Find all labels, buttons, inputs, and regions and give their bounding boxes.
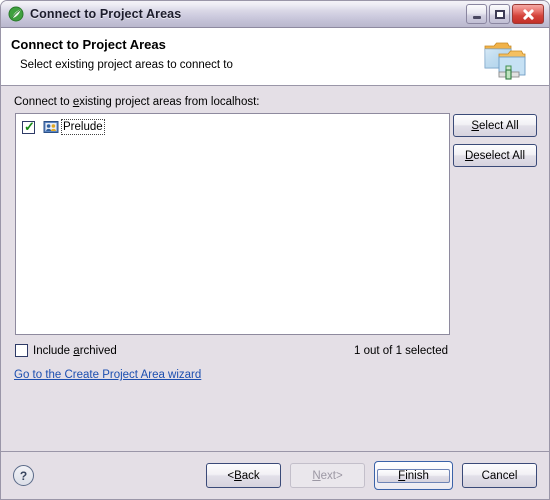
back-label: ack	[241, 469, 260, 482]
include-archived-label: Include archived	[33, 345, 117, 357]
page-title: Connect to Project Areas	[11, 37, 166, 52]
next-label: ext	[320, 469, 336, 482]
select-all-mnemonic: S	[471, 119, 480, 132]
project-areas-list[interactable]: ✓ Prelude	[15, 113, 450, 335]
maximize-button[interactable]	[489, 4, 510, 24]
prompt-text-before: Connect to	[14, 96, 73, 108]
check-icon: ✓	[24, 118, 35, 134]
finish-button-inner: Finish	[377, 468, 450, 483]
include-label-after: rchived	[79, 344, 117, 357]
cancel-label: Cancel	[481, 469, 518, 482]
include-archived-checkbox[interactable]	[15, 344, 28, 357]
next-button: Next >	[290, 463, 365, 488]
dialog-footer: ? < Back Next > Finish Cancel	[1, 451, 549, 499]
select-all-label: elect All	[479, 119, 519, 132]
list-prompt-label: Connect to existing project areas from l…	[14, 96, 259, 108]
include-archived-row[interactable]: Include archived	[15, 344, 117, 357]
create-project-area-wizard-link[interactable]: Go to the Create Project Area wizard	[14, 369, 201, 381]
connect-project-areas-banner-icon	[479, 32, 537, 84]
minimize-icon	[472, 16, 481, 19]
include-label-before: Include	[33, 344, 74, 357]
back-button[interactable]: < Back	[206, 463, 281, 488]
dialog-body: Connect to existing project areas from l…	[1, 86, 549, 451]
prompt-text-after: xisting project areas from localhost:	[79, 96, 260, 108]
deselect-all-label: eselect All	[473, 149, 526, 162]
help-icon[interactable]: ?	[13, 465, 34, 486]
back-prefix: <	[227, 469, 235, 482]
list-item[interactable]: ✓ Prelude	[16, 114, 449, 136]
finish-label: inish	[405, 469, 429, 482]
cancel-button[interactable]: Cancel	[462, 463, 537, 488]
back-mnemonic: B	[234, 469, 242, 482]
next-suffix: >	[335, 469, 343, 482]
list-action-buttons: Select All Deselect All	[453, 114, 537, 167]
finish-mnemonic: F	[398, 469, 406, 482]
next-mnemonic: N	[312, 469, 321, 482]
close-button[interactable]	[512, 4, 544, 24]
select-all-button[interactable]: Select All	[453, 114, 537, 137]
deselect-all-button[interactable]: Deselect All	[453, 144, 537, 167]
project-area-icon	[43, 120, 59, 134]
selection-status: 1 out of 1 selected	[354, 345, 448, 357]
title-bar[interactable]: Connect to Project Areas	[1, 1, 549, 28]
list-item-label: Prelude	[61, 119, 105, 135]
window-title: Connect to Project Areas	[30, 7, 182, 21]
window-controls	[466, 4, 546, 24]
wizard-header: Connect to Project Areas Select existing…	[1, 28, 549, 86]
finish-button[interactable]: Finish	[374, 461, 453, 490]
dialog-window: Connect to Project Areas Connect to Proj…	[0, 0, 550, 500]
close-icon	[522, 8, 535, 21]
wizard-navigation-buttons: < Back Next > Finish Cancel	[206, 461, 537, 490]
maximize-icon	[494, 9, 505, 19]
deselect-all-mnemonic: D	[464, 149, 474, 162]
project-area-checkbox[interactable]: ✓	[22, 118, 35, 134]
page-subtitle: Select existing project areas to connect…	[20, 59, 233, 71]
minimize-button[interactable]	[466, 4, 487, 24]
jazz-leaf-icon	[8, 6, 24, 22]
